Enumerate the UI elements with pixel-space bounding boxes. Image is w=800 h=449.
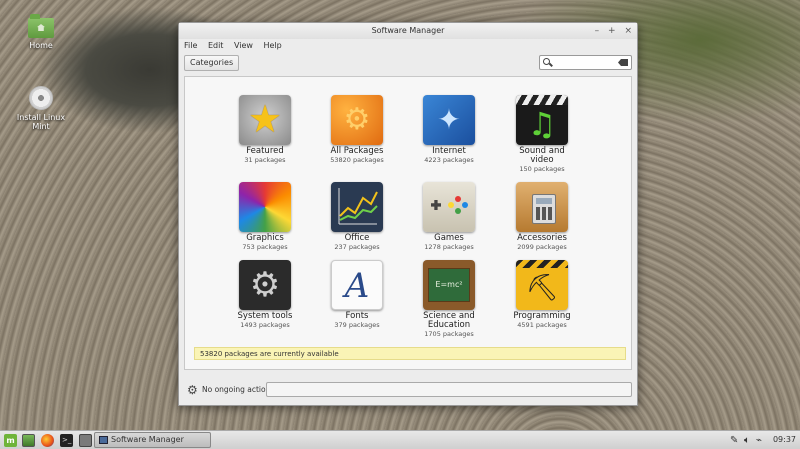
- tile-count: 2099 packages: [517, 243, 567, 251]
- tile-name: Internet: [432, 146, 466, 156]
- actions-status-label: No ongoing actions: [202, 385, 275, 394]
- clock[interactable]: 09:37: [773, 435, 796, 444]
- tile-count: 4223 packages: [424, 156, 474, 164]
- tile-name: System tools: [237, 311, 293, 321]
- close-button[interactable]: ×: [624, 26, 632, 36]
- tile-name: Games: [434, 233, 464, 243]
- games-icon: [423, 182, 475, 232]
- sound-video-icon: ♫: [516, 95, 568, 145]
- window-mini-icon: [99, 436, 108, 444]
- files-icon[interactable]: [79, 434, 92, 447]
- taskbar: m >_ Software Manager ✎ 🔈︎ ⌁ 09:37: [0, 430, 800, 449]
- tile-games[interactable]: Games 1278 packages: [409, 182, 489, 251]
- tile-count: 31 packages: [244, 156, 286, 164]
- tile-name: Office: [344, 233, 370, 243]
- tile-name: Science and Education: [423, 311, 475, 330]
- tile-system-tools[interactable]: ⚙ System tools 1493 packages: [225, 260, 305, 329]
- menu-icon[interactable]: m: [4, 434, 17, 447]
- network-icon[interactable]: ✎: [730, 434, 738, 447]
- all-packages-icon: ⚙: [331, 95, 383, 145]
- tile-name: Sound and video: [519, 146, 565, 165]
- menu-edit[interactable]: Edit: [208, 41, 224, 50]
- firefox-icon[interactable]: [41, 434, 54, 447]
- tile-name: Programming: [513, 311, 571, 321]
- taskbar-window-label: Software Manager: [111, 435, 184, 444]
- menu-file[interactable]: File: [184, 41, 197, 50]
- accessories-icon: [516, 182, 568, 232]
- search-icon: [543, 58, 550, 65]
- desktop-icon-install[interactable]: Install Linux Mint: [11, 86, 71, 131]
- tile-count: 1278 packages: [424, 243, 474, 251]
- category-grid: ★ Featured 31 packages ⚙ All Packages 53…: [184, 76, 632, 370]
- gear-icon: ⚙: [187, 383, 198, 397]
- tile-internet[interactable]: ✦ Internet 4223 packages: [409, 95, 489, 164]
- categories-button[interactable]: Categories: [184, 55, 240, 71]
- tile-fonts[interactable]: A Fonts 379 packages: [317, 260, 397, 329]
- actions-progress: [266, 382, 632, 397]
- menu-view[interactable]: View: [234, 41, 253, 50]
- tile-sound-video[interactable]: ♫ Sound and video 150 packages: [502, 95, 582, 173]
- office-icon: [331, 182, 383, 232]
- tile-name: Graphics: [246, 233, 284, 243]
- terminal-icon[interactable]: >_: [60, 434, 73, 447]
- desktop-icon-home[interactable]: Home: [11, 14, 71, 50]
- internet-icon: ✦: [423, 95, 475, 145]
- show-desktop-icon[interactable]: [22, 434, 35, 447]
- featured-icon: ★: [239, 95, 291, 145]
- science-education-icon: E=mc²: [423, 260, 475, 310]
- window-title: Software Manager: [371, 26, 445, 35]
- window-controls: – + ×: [589, 23, 632, 39]
- actions-bar: ⚙ No ongoing actions: [184, 381, 632, 399]
- status-banner: 53820 packages are currently available: [194, 347, 626, 360]
- graphics-icon: [239, 182, 291, 232]
- tile-name: Accessories: [517, 233, 567, 243]
- taskbar-window-button[interactable]: Software Manager: [94, 432, 211, 448]
- toolbar: Categories: [179, 52, 637, 74]
- software-manager-window: Software Manager – + × File Edit View He…: [178, 22, 638, 406]
- power-icon[interactable]: ⌁: [756, 434, 762, 447]
- desktop-icon-label: Home: [29, 41, 53, 50]
- volume-icon[interactable]: 🔈︎: [744, 434, 750, 447]
- tile-count: 4591 packages: [517, 321, 567, 329]
- menubar: File Edit View Help: [179, 39, 637, 52]
- window-titlebar[interactable]: Software Manager – + ×: [179, 23, 637, 39]
- tile-name: Fonts: [345, 311, 369, 321]
- clear-search-icon[interactable]: [618, 59, 628, 66]
- desktop-icon-label: Install Linux Mint: [16, 113, 66, 131]
- tile-name: All Packages: [330, 146, 384, 156]
- tile-featured[interactable]: ★ Featured 31 packages: [225, 95, 305, 164]
- maximize-button[interactable]: +: [608, 26, 616, 36]
- tile-count: 237 packages: [334, 243, 380, 251]
- tile-all-packages[interactable]: ⚙ All Packages 53820 packages: [317, 95, 397, 164]
- tile-office[interactable]: Office 237 packages: [317, 182, 397, 251]
- search-input[interactable]: [539, 55, 632, 70]
- tile-count: 150 packages: [519, 165, 565, 173]
- tile-count: 379 packages: [334, 321, 380, 329]
- folder-home-icon: [28, 14, 54, 38]
- tile-accessories[interactable]: Accessories 2099 packages: [502, 182, 582, 251]
- tile-count: 53820 packages: [330, 156, 384, 164]
- menu-help[interactable]: Help: [264, 41, 282, 50]
- tile-programming[interactable]: ⛏ Programming 4591 packages: [502, 260, 582, 329]
- tile-count: 753 packages: [242, 243, 288, 251]
- tile-name: Featured: [246, 146, 284, 156]
- system-tools-icon: ⚙: [239, 260, 291, 310]
- tile-count: 1705 packages: [424, 330, 474, 338]
- tile-science-education[interactable]: E=mc² Science and Education 1705 package…: [409, 260, 489, 338]
- programming-icon: ⛏: [516, 260, 568, 310]
- minimize-button[interactable]: –: [595, 26, 600, 36]
- tile-graphics[interactable]: Graphics 753 packages: [225, 182, 305, 251]
- disc-icon: [29, 86, 53, 110]
- fonts-icon: A: [331, 260, 383, 310]
- tile-count: 1493 packages: [240, 321, 290, 329]
